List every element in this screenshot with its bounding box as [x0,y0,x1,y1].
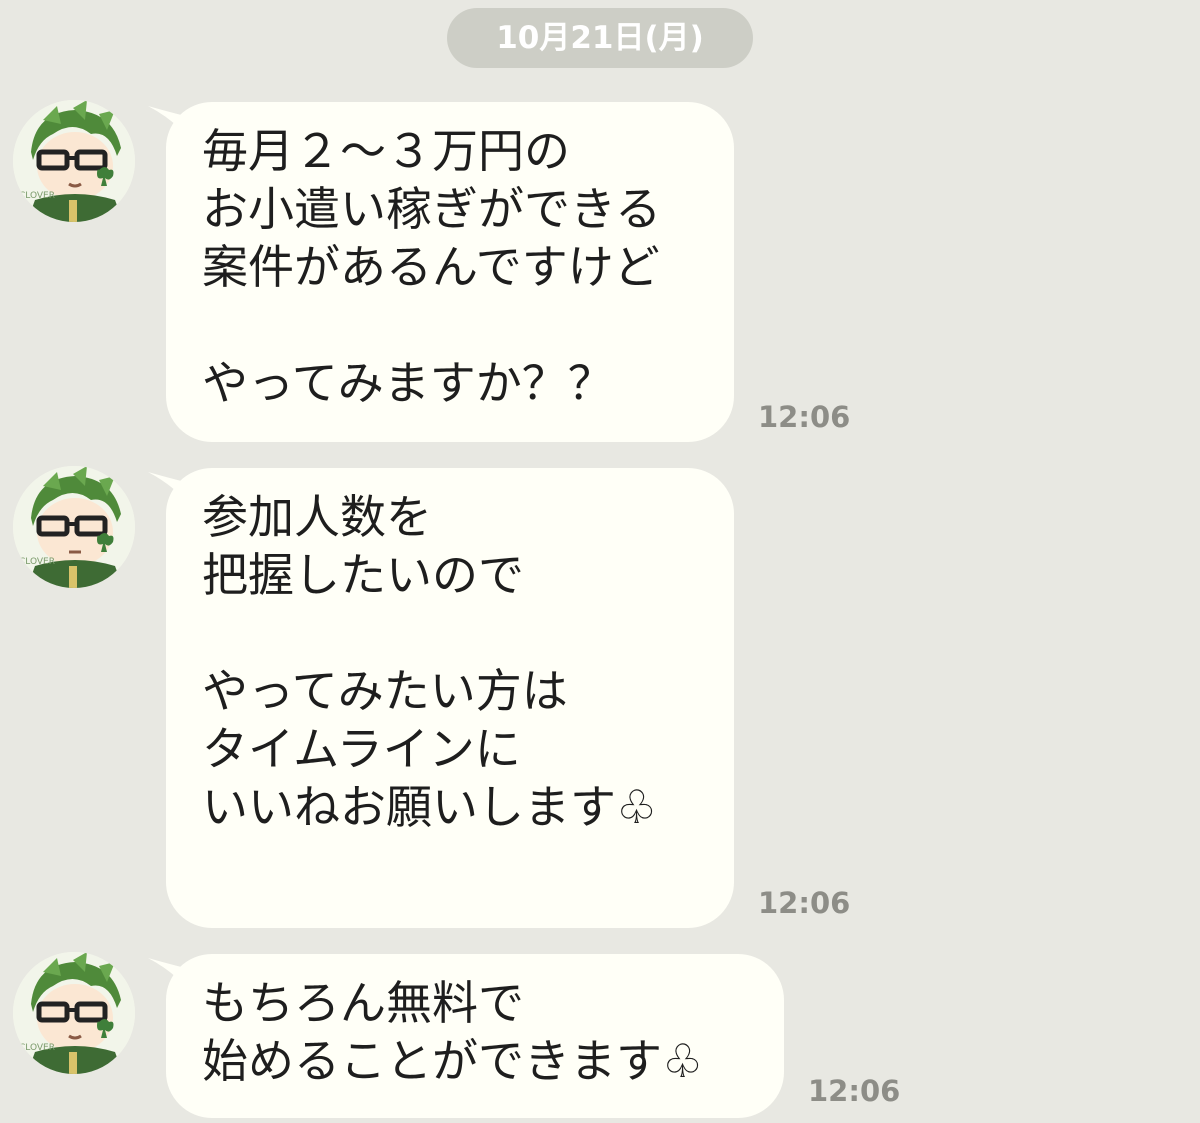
message-text-line: 案件があるんですけど [202,240,660,294]
message-text-line: いいねお願いします♧ [202,780,658,834]
character-avatar-icon: CLOVER [13,952,135,1074]
message-bubble[interactable]: 参加人数を 把握したいので やってみたい方は タイムラインに いいねお願いします… [166,468,734,928]
message-text-line [202,604,734,662]
character-avatar-icon: CLOVER [13,466,135,588]
message-timestamp: 12:06 [758,400,851,434]
avatar-logo-text: CLOVER [19,557,55,567]
message-text-line: お小遣い稼ぎができる [202,182,662,236]
sender-avatar[interactable]: CLOVER [13,100,135,222]
message-text-line: 把握したいので [202,548,524,602]
message-text-line: もちろん無料で [202,976,524,1030]
message-text-line [202,296,734,354]
avatar-logo-text: CLOVER [19,191,55,201]
character-avatar-icon: CLOVER [13,100,135,222]
message-bubble[interactable]: もちろん無料で 始めることができます♧ [166,954,784,1118]
message-text-line: やってみたい方は [202,664,568,718]
message-text-line: タイムラインに [202,722,521,776]
avatar-logo-text: CLOVER [19,1043,55,1053]
message-text-line: 参加人数を [202,490,432,544]
sender-avatar[interactable]: CLOVER [13,466,135,588]
message-bubble[interactable]: 毎月２〜３万円の お小遣い稼ぎができる 案件があるんですけど やってみますか？？ [166,102,734,442]
message-text-line: 毎月２〜３万円の [202,124,570,178]
message-timestamp: 12:06 [758,886,851,920]
date-separator: 10月21日(月) [447,8,753,68]
message-text-line: やってみますか？？ [202,356,614,410]
message-text-line: 始めることができます♧ [202,1034,704,1088]
message-timestamp: 12:06 [808,1074,901,1108]
sender-avatar[interactable]: CLOVER [13,952,135,1074]
